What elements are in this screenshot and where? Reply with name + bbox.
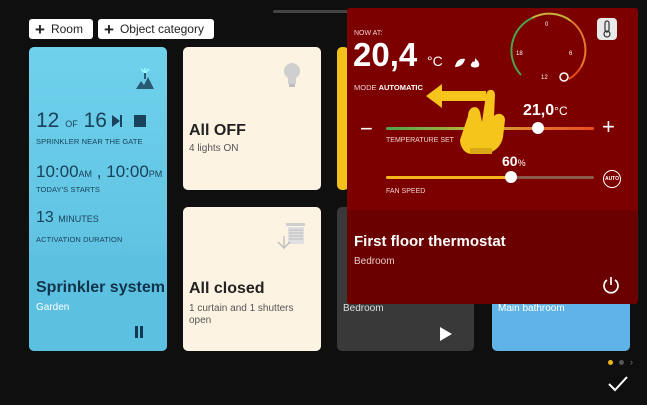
shutters-title: All closed bbox=[189, 280, 265, 297]
auto-fan-button[interactable]: AUTO bbox=[603, 170, 621, 188]
add-room-button[interactable]: + Room bbox=[29, 19, 93, 39]
temperature-dial: 0 6 12 18 bbox=[510, 12, 587, 82]
dial-label-12: 12 bbox=[541, 75, 548, 81]
media-card-room: Bedroom bbox=[343, 303, 384, 314]
fan-speed-unit: % bbox=[517, 158, 526, 168]
duration-value: 13 bbox=[36, 209, 54, 226]
set-temperature-unit: °C bbox=[554, 104, 568, 118]
start-time-1-suffix: AM bbox=[78, 169, 93, 179]
add-object-category-label: Object category bbox=[119, 22, 204, 36]
sprinkler-card[interactable]: 12 OF 16 SPRINKLER NEAR THE GATE 10:00AM… bbox=[29, 47, 167, 351]
checkmark-icon[interactable] bbox=[607, 375, 629, 393]
program-current: 12 bbox=[36, 109, 60, 132]
program-total: 16 bbox=[83, 109, 107, 132]
start-time-2-suffix: PM bbox=[148, 169, 163, 179]
shutter-icon bbox=[277, 223, 305, 250]
play-icon[interactable] bbox=[440, 327, 452, 341]
set-temperature-value: 21,0 bbox=[523, 102, 555, 119]
mode-value[interactable]: AUTOMATIC bbox=[379, 83, 423, 92]
page-dot-1[interactable] bbox=[608, 359, 613, 365]
temperature-slider-handle[interactable] bbox=[531, 122, 544, 134]
start-times-row: 10:00AM , 10:00PM bbox=[36, 162, 162, 182]
time-separator: , bbox=[96, 162, 102, 181]
skip-stop-controls[interactable] bbox=[112, 115, 146, 127]
power-icon[interactable] bbox=[602, 276, 620, 294]
dial-label-18: 18 bbox=[516, 51, 523, 57]
lightbulb-icon bbox=[284, 63, 300, 87]
dial-label-0: 0 bbox=[545, 22, 549, 28]
program-of: OF bbox=[65, 119, 78, 129]
shutters-subtitle: 1 curtain and 1 shutters open bbox=[189, 303, 294, 326]
start-time-2: 10:00 bbox=[106, 162, 149, 181]
decrease-temperature-button[interactable]: − bbox=[360, 118, 373, 140]
starts-label: TODAY'S STARTS bbox=[36, 185, 100, 194]
thermostat-card[interactable]: NOW AT: 20,4 °C MODE AUTOMATIC 0 6 12 18 bbox=[347, 8, 638, 304]
page-dot-2[interactable] bbox=[619, 359, 624, 365]
sprinkler-icon bbox=[136, 68, 154, 89]
current-temperature-unit: °C bbox=[427, 53, 443, 69]
duration-row: 13 MINUTES bbox=[36, 209, 99, 227]
fan-speed-fill bbox=[386, 176, 511, 179]
thermostat-name: First floor thermostat bbox=[354, 233, 506, 250]
fan-speed-slider[interactable] bbox=[386, 176, 594, 179]
dial-label-6: 6 bbox=[569, 51, 573, 57]
fan-speed-number: 60 bbox=[502, 153, 518, 169]
mode-label: MODE bbox=[354, 83, 377, 92]
sprinkler-place: Garden bbox=[36, 302, 70, 313]
increase-temperature-button[interactable]: + bbox=[602, 116, 615, 138]
plus-icon: + bbox=[35, 19, 45, 39]
shutters-card[interactable]: All closed 1 curtain and 1 shutters open bbox=[183, 207, 321, 351]
pause-icon[interactable] bbox=[134, 326, 144, 338]
add-room-label: Room bbox=[50, 22, 83, 36]
lights-title: All OFF bbox=[189, 122, 246, 139]
duration-label: ACTIVATION DURATION bbox=[36, 235, 123, 244]
thermometer-icon[interactable] bbox=[597, 18, 617, 40]
start-time-1: 10:00 bbox=[36, 162, 79, 181]
plus-icon: + bbox=[104, 19, 114, 39]
sprinkler-title: Sprinkler system bbox=[36, 279, 165, 296]
pagination: › bbox=[608, 357, 633, 367]
swipe-hint-hand-icon bbox=[426, 84, 505, 154]
duration-unit: MINUTES bbox=[58, 214, 99, 224]
mode-line: MODE AUTOMATIC bbox=[354, 83, 423, 92]
fan-speed-slider-handle[interactable] bbox=[504, 171, 517, 183]
bathroom-card-room: Main bathroom bbox=[498, 303, 565, 314]
lights-card[interactable]: All OFF 4 lights ON bbox=[183, 47, 321, 190]
program-row: 12 OF 16 bbox=[36, 109, 107, 133]
lights-subtitle: 4 lights ON bbox=[189, 143, 239, 154]
sprinkler-location: SPRINKLER NEAR THE GATE bbox=[36, 137, 143, 146]
next-page-icon[interactable]: › bbox=[630, 357, 633, 367]
add-object-category-button[interactable]: + Object category bbox=[98, 19, 214, 39]
thermostat-room: Bedroom bbox=[354, 256, 395, 267]
fan-speed-label: FAN SPEED bbox=[386, 188, 426, 195]
home-screen: + Room + Object category 12 OF 16 SPRINK… bbox=[0, 0, 647, 405]
current-temperature: 20,4 bbox=[353, 36, 418, 73]
set-temperature: 21,0°C bbox=[523, 102, 568, 120]
fan-speed-value: 60% bbox=[502, 153, 526, 169]
season-icons bbox=[455, 58, 480, 68]
